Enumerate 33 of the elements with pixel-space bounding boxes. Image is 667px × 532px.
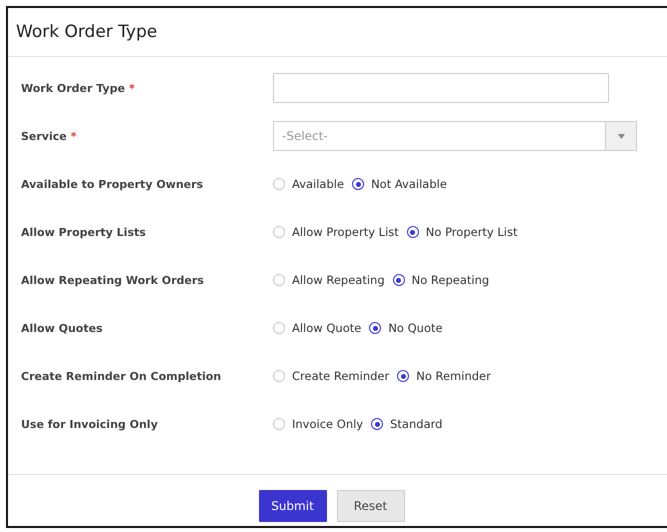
radio-label[interactable]: Create Reminder (292, 369, 390, 383)
field-label: Allow Quotes (21, 322, 103, 334)
reset-button[interactable]: Reset (336, 490, 404, 522)
radio-button[interactable] (371, 418, 384, 430)
field-label: Allow Repeating Work Orders (21, 274, 204, 286)
radio-label[interactable]: Invoice Only (292, 417, 364, 431)
radio-button[interactable] (397, 370, 410, 382)
radio-label[interactable]: Allow Quote (292, 321, 362, 335)
radio-label[interactable]: Available (292, 177, 344, 191)
radio-label[interactable]: No Reminder (416, 369, 491, 383)
radio-label[interactable]: Not Available (371, 177, 447, 191)
field-label: Create Reminder On Completion (21, 370, 222, 382)
radio-label[interactable]: Allow Repeating (292, 273, 385, 287)
radio-label[interactable]: No Quote (388, 321, 443, 335)
field-label: Use for Invoicing Only (21, 418, 158, 430)
field-label: Available to Property Owners (21, 178, 204, 190)
radio-label[interactable]: Standard (390, 417, 442, 431)
field-label: Service (21, 130, 67, 142)
dialog-title: Work Order Type (16, 22, 158, 42)
radio-button[interactable] (392, 274, 405, 286)
radio-button[interactable] (406, 226, 419, 238)
input-field[interactable] (273, 73, 609, 103)
radio-label[interactable]: Allow Property List (292, 225, 399, 239)
required-mark: * (70, 130, 76, 142)
radio-button[interactable] (369, 322, 382, 334)
field-label: Allow Property Lists (21, 226, 146, 238)
radio-label[interactable]: No Property List (426, 225, 518, 239)
dropdown-arrow-icon (618, 134, 624, 138)
required-mark: * (128, 82, 135, 94)
field-label: Work Order Type (21, 82, 125, 94)
radio-button[interactable] (352, 178, 364, 190)
radio-label[interactable]: No Repeating (412, 273, 490, 287)
submit-button[interactable]: Submit (258, 490, 326, 522)
